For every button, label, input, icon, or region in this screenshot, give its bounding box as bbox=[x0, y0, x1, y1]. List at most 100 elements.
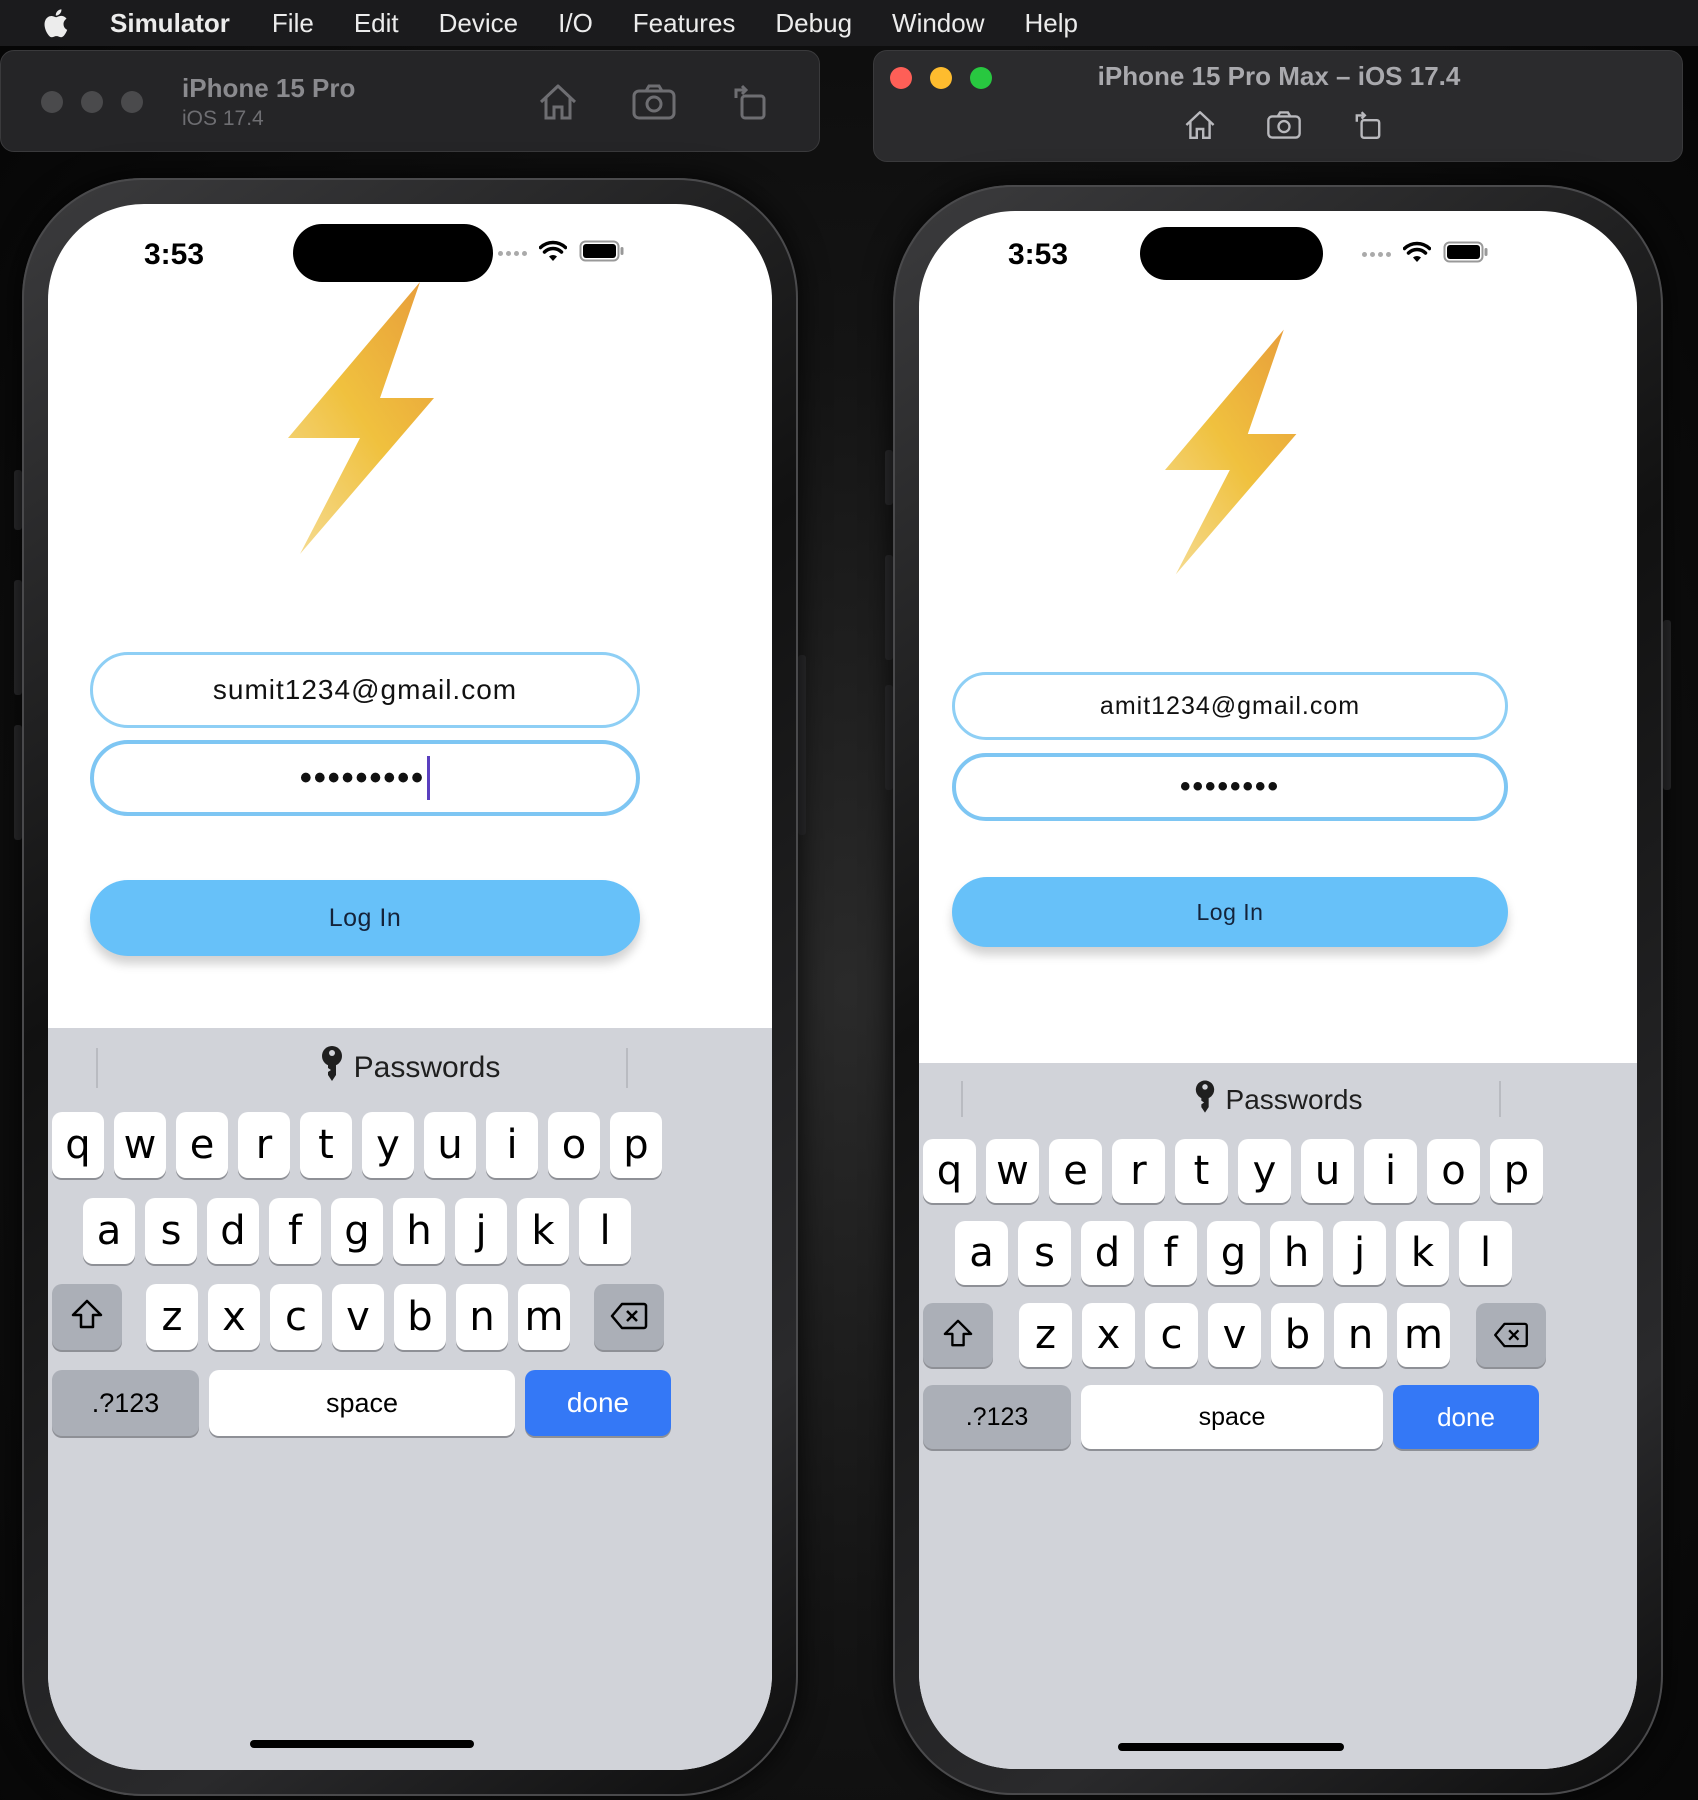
done-key[interactable]: done bbox=[525, 1370, 671, 1436]
key-y[interactable]: y bbox=[362, 1112, 414, 1178]
shift-icon bbox=[942, 1312, 974, 1358]
minimize-button[interactable] bbox=[81, 91, 103, 113]
key-x[interactable]: x bbox=[1082, 1303, 1135, 1367]
key-u[interactable]: u bbox=[424, 1112, 476, 1178]
key-h[interactable]: h bbox=[1270, 1221, 1323, 1285]
menu-help[interactable]: Help bbox=[1025, 8, 1078, 39]
key-s[interactable]: s bbox=[145, 1198, 197, 1264]
email-field[interactable]: sumit1234@gmail.com bbox=[90, 652, 640, 728]
key-o[interactable]: o bbox=[1427, 1139, 1480, 1203]
key-g[interactable]: g bbox=[1207, 1221, 1260, 1285]
key-k[interactable]: k bbox=[517, 1198, 569, 1264]
key-e[interactable]: e bbox=[176, 1112, 228, 1178]
space-key[interactable]: space bbox=[1081, 1385, 1383, 1449]
menu-features[interactable]: Features bbox=[633, 8, 736, 39]
key-i[interactable]: i bbox=[1364, 1139, 1417, 1203]
delete-key[interactable] bbox=[594, 1284, 664, 1350]
key-f[interactable]: f bbox=[1144, 1221, 1197, 1285]
menu-debug[interactable]: Debug bbox=[775, 8, 852, 39]
passwords-autofill-button[interactable]: Passwords bbox=[919, 1079, 1637, 1121]
home-icon[interactable] bbox=[1182, 107, 1218, 143]
zoom-button[interactable] bbox=[121, 91, 143, 113]
lightning-bolt-icon bbox=[1165, 329, 1297, 575]
close-button[interactable] bbox=[41, 91, 63, 113]
key-l[interactable]: l bbox=[579, 1198, 631, 1264]
shift-key[interactable] bbox=[52, 1284, 122, 1350]
space-key[interactable]: space bbox=[209, 1370, 515, 1436]
key-m[interactable]: m bbox=[518, 1284, 570, 1350]
key-j[interactable]: j bbox=[1333, 1221, 1386, 1285]
window-title: iPhone 15 Pro Max – iOS 17.4 bbox=[1097, 61, 1461, 91]
key-t[interactable]: t bbox=[1175, 1139, 1228, 1203]
menu-file[interactable]: File bbox=[272, 8, 314, 39]
key-w[interactable]: w bbox=[114, 1112, 166, 1178]
wifi-icon bbox=[538, 240, 568, 267]
passwords-label: Passwords bbox=[1225, 1084, 1363, 1115]
menu-io[interactable]: I/O bbox=[558, 8, 593, 39]
key-b[interactable]: b bbox=[394, 1284, 446, 1350]
key-c[interactable]: c bbox=[1145, 1303, 1198, 1367]
key-l[interactable]: l bbox=[1459, 1221, 1512, 1285]
key-e[interactable]: e bbox=[1049, 1139, 1102, 1203]
key-n[interactable]: n bbox=[1334, 1303, 1387, 1367]
right-phone-screen: 3:53 amit1234@gmail.com •••••••• Log In … bbox=[919, 211, 1637, 1769]
key-c[interactable]: c bbox=[270, 1284, 322, 1350]
key-z[interactable]: z bbox=[146, 1284, 198, 1350]
menu-window[interactable]: Window bbox=[892, 8, 984, 39]
menu-app-simulator[interactable]: Simulator bbox=[110, 8, 230, 39]
login-button[interactable]: Log In bbox=[952, 877, 1508, 947]
key-g[interactable]: g bbox=[331, 1198, 383, 1264]
power-button bbox=[798, 655, 806, 835]
password-field[interactable]: ••••••••• bbox=[90, 740, 640, 816]
email-field[interactable]: amit1234@gmail.com bbox=[952, 672, 1508, 740]
battery-icon bbox=[579, 240, 625, 267]
key-m[interactable]: m bbox=[1397, 1303, 1450, 1367]
key-p[interactable]: p bbox=[610, 1112, 662, 1178]
key-a[interactable]: a bbox=[83, 1198, 135, 1264]
key-b[interactable]: b bbox=[1271, 1303, 1324, 1367]
apple-logo-icon[interactable] bbox=[0, 8, 110, 38]
home-icon[interactable] bbox=[535, 79, 581, 125]
key-j[interactable]: j bbox=[455, 1198, 507, 1264]
key-v[interactable]: v bbox=[1208, 1303, 1261, 1367]
password-field[interactable]: •••••••• bbox=[952, 753, 1508, 821]
key-z[interactable]: z bbox=[1019, 1303, 1072, 1367]
numbers-key[interactable]: .?123 bbox=[923, 1385, 1071, 1449]
key-p[interactable]: p bbox=[1490, 1139, 1543, 1203]
done-key[interactable]: done bbox=[1393, 1385, 1539, 1449]
key-u[interactable]: u bbox=[1301, 1139, 1354, 1203]
key-v[interactable]: v bbox=[332, 1284, 384, 1350]
shift-key[interactable] bbox=[923, 1303, 993, 1367]
key-d[interactable]: d bbox=[207, 1198, 259, 1264]
screenshot-icon[interactable] bbox=[631, 79, 677, 125]
key-y[interactable]: y bbox=[1238, 1139, 1291, 1203]
numbers-key[interactable]: .?123 bbox=[52, 1370, 199, 1436]
key-o[interactable]: o bbox=[548, 1112, 600, 1178]
key-q[interactable]: q bbox=[52, 1112, 104, 1178]
key-k[interactable]: k bbox=[1396, 1221, 1449, 1285]
key-s[interactable]: s bbox=[1018, 1221, 1071, 1285]
login-button[interactable]: Log In bbox=[90, 880, 640, 956]
key-t[interactable]: t bbox=[300, 1112, 352, 1178]
key-r[interactable]: r bbox=[1112, 1139, 1165, 1203]
menu-edit[interactable]: Edit bbox=[354, 8, 399, 39]
key-f[interactable]: f bbox=[269, 1198, 321, 1264]
key-i[interactable]: i bbox=[486, 1112, 538, 1178]
home-indicator bbox=[250, 1740, 474, 1748]
screenshot-icon[interactable] bbox=[1266, 107, 1302, 143]
rotate-icon[interactable] bbox=[1350, 107, 1386, 143]
delete-key[interactable] bbox=[1476, 1303, 1546, 1367]
dynamic-island bbox=[293, 224, 493, 282]
passwords-autofill-button[interactable]: Passwords bbox=[48, 1046, 772, 1090]
keyboard: Passwords q w e r t y u i o p a s d f g … bbox=[919, 1063, 1637, 1769]
key-d[interactable]: d bbox=[1081, 1221, 1134, 1285]
key-q[interactable]: q bbox=[923, 1139, 976, 1203]
key-r[interactable]: r bbox=[238, 1112, 290, 1178]
key-x[interactable]: x bbox=[208, 1284, 260, 1350]
key-n[interactable]: n bbox=[456, 1284, 508, 1350]
rotate-icon[interactable] bbox=[727, 79, 773, 125]
menu-device[interactable]: Device bbox=[439, 8, 518, 39]
key-a[interactable]: a bbox=[955, 1221, 1008, 1285]
key-h[interactable]: h bbox=[393, 1198, 445, 1264]
key-w[interactable]: w bbox=[986, 1139, 1039, 1203]
